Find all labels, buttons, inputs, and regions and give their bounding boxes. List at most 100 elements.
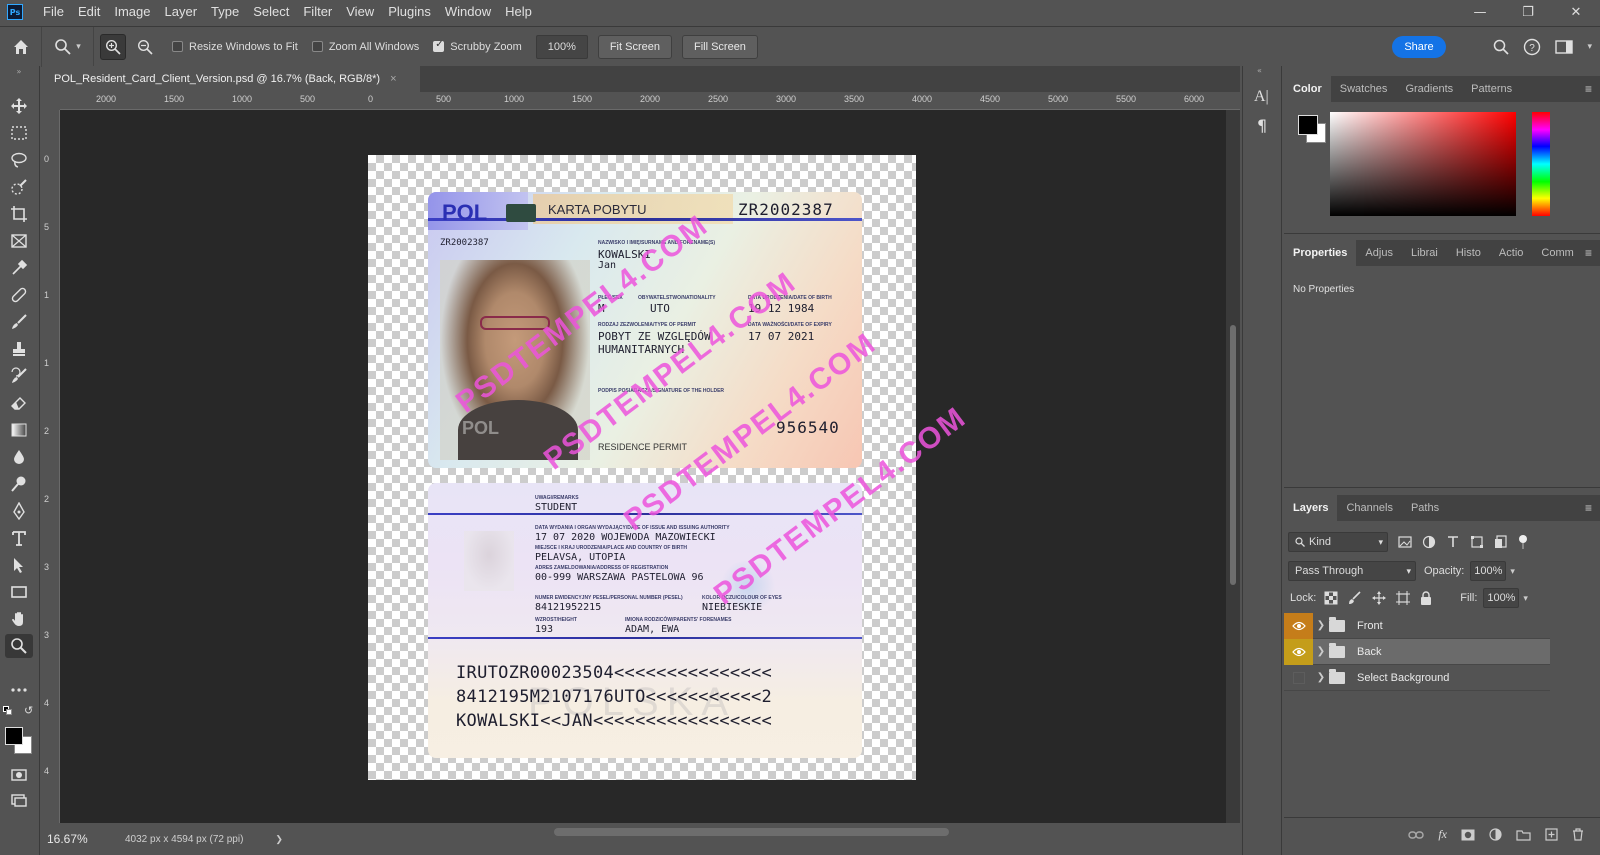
menu-view[interactable]: View — [339, 0, 381, 24]
adjustment-filter-icon[interactable] — [1422, 535, 1436, 549]
share-button[interactable]: Share — [1392, 36, 1446, 58]
zoom-percent-field[interactable]: 100% — [535, 34, 588, 59]
opacity-slider-chevron-icon[interactable]: ▾ — [1510, 566, 1515, 577]
add-mask-icon[interactable] — [1461, 829, 1475, 841]
shape-filter-icon[interactable] — [1470, 535, 1484, 549]
chevron-down-icon[interactable]: ▾ — [1587, 42, 1592, 52]
lock-transparent-icon[interactable] — [1324, 591, 1338, 605]
zoom-out-button[interactable] — [132, 34, 158, 60]
fill-slider-chevron-icon[interactable]: ▾ — [1523, 593, 1528, 604]
tool-preset-picker[interactable]: ▾ — [42, 26, 94, 67]
tab-comments[interactable]: Comm — [1532, 240, 1582, 266]
canvas-area[interactable]: POL KARTA POBYTU ZR2002387 ZR2002387 POL… — [60, 110, 1226, 823]
vertical-scroll-thumb[interactable] — [1230, 325, 1236, 585]
scrubby-zoom-checkbox[interactable]: Scrubby Zoom — [433, 39, 522, 53]
layer-visibility-toggle[interactable] — [1284, 612, 1313, 639]
fill-screen-button[interactable]: Fill Screen — [681, 34, 758, 59]
help-icon[interactable]: ? — [1523, 38, 1541, 56]
close-tab-icon[interactable]: × — [390, 73, 396, 85]
layer-style-fx-icon[interactable]: fx — [1438, 827, 1447, 842]
panel-menu-icon[interactable]: ≡ — [1585, 246, 1592, 260]
move-tool[interactable] — [5, 94, 33, 118]
brush-tool[interactable] — [5, 310, 33, 334]
fit-screen-button[interactable]: Fit Screen — [597, 34, 672, 59]
minimize-button[interactable]: — — [1456, 0, 1504, 24]
collapse-toolbar-icon[interactable]: » — [5, 66, 33, 76]
document-tab[interactable]: POL_Resident_Card_Client_Version.psd @ 1… — [42, 66, 420, 92]
tab-layers[interactable]: Layers — [1284, 495, 1338, 521]
smart-object-filter-icon[interactable] — [1494, 535, 1508, 549]
tab-color[interactable]: Color — [1284, 76, 1331, 102]
menu-layer[interactable]: Layer — [158, 0, 205, 24]
hue-slider[interactable] — [1532, 112, 1550, 216]
lock-artboard-icon[interactable] — [1396, 591, 1411, 605]
rectangle-tool[interactable] — [5, 580, 33, 604]
horizontal-ruler[interactable]: 2000 1500 1000 500 0 500 1000 1500 2000 2500 3000 3… — [60, 92, 1240, 110]
panel-menu-icon[interactable]: ≡ — [1585, 501, 1592, 515]
new-group-icon[interactable] — [1516, 829, 1531, 841]
zoom-all-windows-checkbox[interactable]: Zoom All Windows — [311, 41, 419, 53]
status-menu-arrow-icon[interactable]: ❯ — [275, 834, 283, 845]
menu-plugins[interactable]: Plugins — [381, 0, 438, 24]
search-icon[interactable] — [1493, 39, 1510, 55]
blend-mode-select[interactable]: Pass Through ▾ — [1288, 561, 1416, 581]
healing-brush-tool[interactable] — [5, 283, 33, 307]
layer-visibility-toggle[interactable] — [1284, 638, 1313, 665]
color-foreground-swatch[interactable] — [1298, 115, 1318, 135]
more-tools[interactable] — [5, 678, 33, 702]
vertical-ruler[interactable]: 05112233445 — [42, 110, 60, 823]
expand-group-icon[interactable]: ❯ — [1313, 672, 1329, 683]
home-button[interactable] — [0, 26, 42, 67]
filter-kind-select[interactable]: Kind ▾ — [1288, 532, 1388, 552]
horizontal-scrollbar[interactable] — [292, 825, 1212, 837]
opacity-field[interactable]: 100% — [1470, 561, 1507, 581]
clone-stamp-tool[interactable] — [5, 337, 33, 361]
lasso-tool[interactable] — [5, 148, 33, 172]
tab-properties[interactable]: Properties — [1284, 240, 1357, 266]
layer-row-back[interactable]: ❯ Back — [1284, 638, 1550, 665]
layer-row-front[interactable]: ❯ Front — [1284, 612, 1550, 639]
gradient-tool[interactable] — [5, 418, 33, 442]
swap-colors-icon[interactable]: ↺ — [24, 704, 33, 717]
delete-layer-icon[interactable] — [1572, 828, 1584, 841]
expand-group-icon[interactable]: ❯ — [1313, 646, 1329, 657]
tab-channels[interactable]: Channels — [1337, 495, 1401, 521]
pixel-filter-icon[interactable] — [1398, 535, 1412, 549]
character-panel-icon[interactable]: A| — [1254, 88, 1269, 106]
blur-tool[interactable] — [5, 445, 33, 469]
color-picker-field[interactable] — [1330, 112, 1516, 216]
restore-button[interactable]: ❐ — [1504, 0, 1552, 24]
filter-toggle-icon[interactable] — [1518, 535, 1528, 549]
adjustment-layer-icon[interactable] — [1489, 828, 1502, 841]
crop-tool[interactable] — [5, 202, 33, 226]
eyedropper-tool[interactable] — [5, 256, 33, 280]
menu-filter[interactable]: Filter — [296, 0, 339, 24]
resize-windows-checkbox[interactable]: Resize Windows to Fit — [172, 41, 298, 53]
quick-mask-button[interactable] — [5, 763, 33, 787]
new-layer-icon[interactable] — [1545, 828, 1558, 841]
marquee-tool[interactable] — [5, 121, 33, 145]
path-selection-tool[interactable] — [5, 553, 33, 577]
link-layers-icon[interactable] — [1408, 830, 1425, 840]
menu-window[interactable]: Window — [438, 0, 498, 24]
close-window-button[interactable]: ✕ — [1552, 0, 1600, 24]
lock-position-icon[interactable] — [1372, 591, 1387, 605]
lock-all-icon[interactable] — [1420, 591, 1432, 605]
tab-history[interactable]: Histo — [1447, 240, 1490, 266]
pen-tool[interactable] — [5, 499, 33, 523]
tab-adjustments[interactable]: Adjus — [1356, 240, 1402, 266]
menu-edit[interactable]: Edit — [71, 0, 107, 24]
lock-image-icon[interactable] — [1348, 591, 1362, 605]
collapse-panels-icon[interactable]: « — [1257, 66, 1262, 75]
history-brush-tool[interactable] — [5, 364, 33, 388]
vertical-scrollbar[interactable] — [1226, 110, 1240, 823]
panel-menu-icon[interactable]: ≡ — [1585, 82, 1592, 96]
menu-select[interactable]: Select — [246, 0, 296, 24]
tab-actions[interactable]: Actio — [1490, 240, 1532, 266]
tab-swatches[interactable]: Swatches — [1331, 76, 1397, 102]
object-selection-tool[interactable] — [5, 175, 33, 199]
paragraph-panel-icon[interactable]: ¶ — [1257, 116, 1267, 135]
menu-file[interactable]: File — [36, 0, 71, 24]
type-tool[interactable] — [5, 526, 33, 550]
zoom-tool[interactable] — [5, 634, 33, 658]
